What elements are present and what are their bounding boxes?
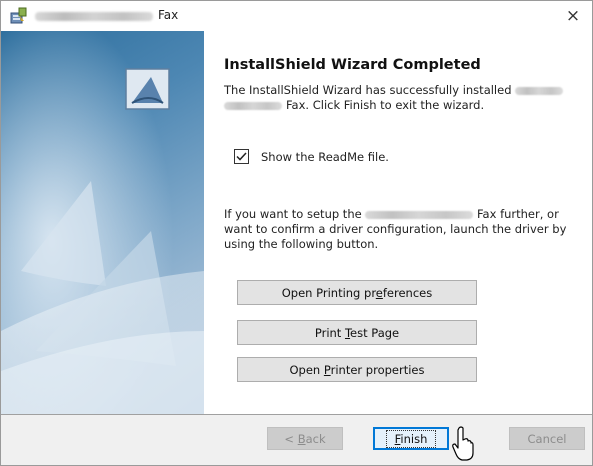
title-redacted [35, 12, 153, 21]
print-test-page-button[interactable]: Print Test Page [237, 320, 477, 345]
description-text: The InstallShield Wizard has successfull… [224, 83, 512, 97]
wizard-side-image [1, 31, 204, 414]
readme-option[interactable]: Show the ReadMe file. [234, 149, 389, 164]
installer-window: Fax × InstallShield Wizard Completed The… [0, 0, 593, 466]
title-bar: Fax × [1, 1, 592, 31]
wizard-content: InstallShield Wizard Completed The Insta… [204, 31, 592, 414]
description-text-2: Fax. Click Finish to exit the wizard. [286, 98, 485, 112]
completion-description: The InstallShield Wizard has successfull… [224, 83, 574, 113]
checkmark-icon [236, 152, 247, 161]
button-label: Open Printing preferences [281, 285, 433, 300]
installer-icon [10, 7, 27, 24]
window-title: Fax [158, 8, 179, 22]
info-text: If you want to setup the [224, 207, 362, 221]
readme-checkbox[interactable] [234, 149, 249, 164]
button-label: Finish [385, 429, 437, 448]
product-name-redacted [515, 86, 564, 95]
product-name-redacted [224, 101, 282, 110]
open-printing-preferences-button[interactable]: Open Printing preferences [237, 280, 477, 305]
wizard-art-graphic [1, 31, 204, 414]
product-name-redacted [365, 210, 474, 219]
button-label: < Back [284, 431, 326, 446]
wizard-footer: < Back Finish Cancel [1, 415, 592, 465]
finish-button[interactable]: Finish [373, 427, 449, 450]
driver-setup-info: If you want to setup the Fax further, or… [224, 207, 584, 252]
open-printer-properties-button[interactable]: Open Printer properties [237, 357, 477, 382]
close-button[interactable]: × [558, 4, 588, 28]
readme-checkbox-label[interactable]: Show the ReadMe file. [261, 150, 389, 164]
page-title: InstallShield Wizard Completed [224, 57, 481, 73]
cancel-button[interactable]: Cancel [509, 427, 585, 450]
back-button[interactable]: < Back [267, 427, 343, 450]
button-label: Open Printer properties [289, 362, 425, 377]
button-label: Print Test Page [314, 325, 400, 340]
